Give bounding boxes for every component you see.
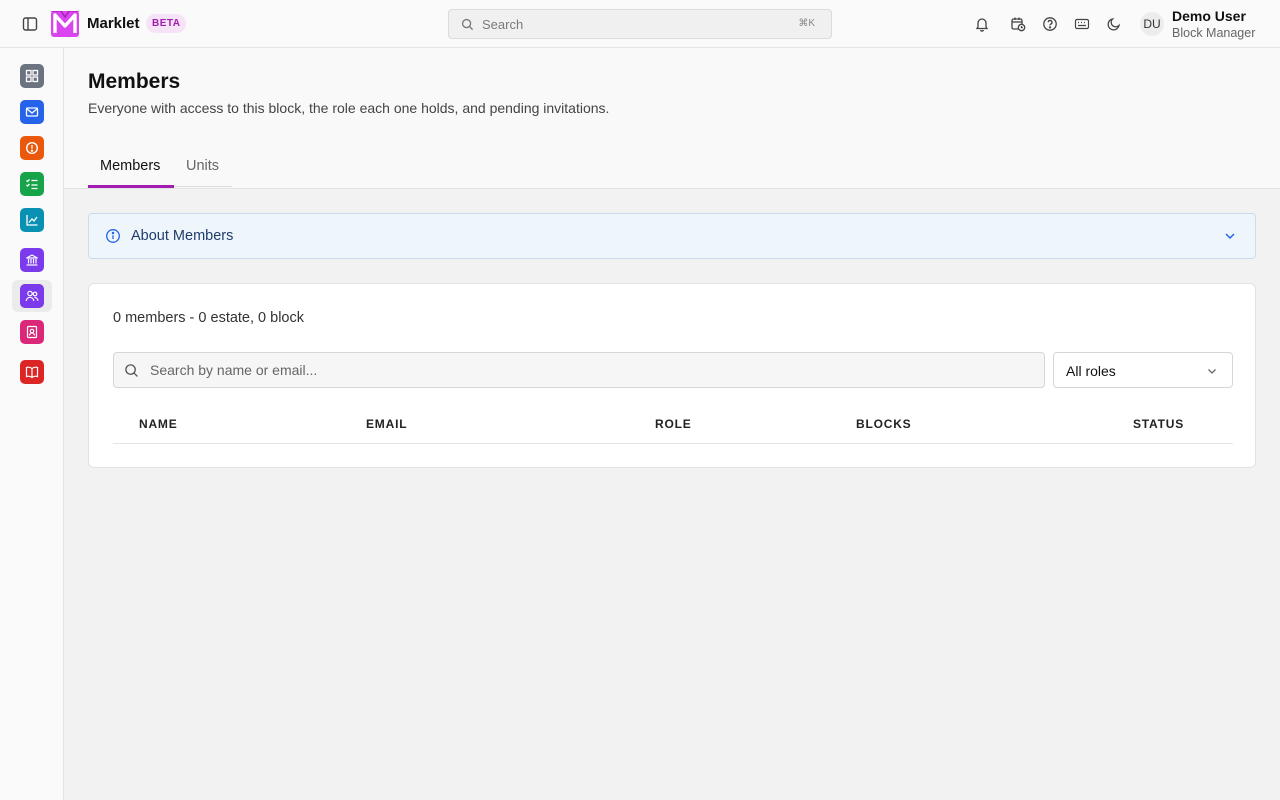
tab-units[interactable]: Units [186, 158, 219, 174]
member-search-input[interactable] [150, 353, 1030, 387]
keyboard-icon[interactable] [1070, 12, 1094, 36]
nav-alert-icon[interactable] [20, 136, 44, 160]
nav-tasks-icon[interactable] [20, 172, 44, 196]
column-header-role[interactable]: ROLE [655, 417, 692, 431]
user-role: Block Manager [1172, 26, 1256, 40]
nav-members-icon[interactable] [20, 284, 44, 308]
moon-icon[interactable] [1102, 12, 1126, 36]
user-name[interactable]: Demo User [1172, 8, 1246, 24]
calendar-clock-icon[interactable] [1006, 12, 1030, 36]
tab-divider [174, 186, 232, 187]
top-bar: Marklet BETA Search ⌘K DU Demo User Bloc… [0, 0, 1280, 48]
column-header-status[interactable]: STATUS [1133, 417, 1184, 431]
search-icon [125, 364, 138, 377]
about-members-banner[interactable]: About Members [88, 213, 1256, 259]
active-tab-indicator [88, 185, 174, 188]
nav-dashboard-icon[interactable] [20, 64, 44, 88]
global-search[interactable]: Search ⌘K [448, 9, 832, 39]
help-circle-icon[interactable] [1038, 12, 1062, 36]
bell-icon[interactable] [970, 12, 994, 36]
members-card: 0 members - 0 estate, 0 block All roles … [88, 283, 1256, 468]
global-search-placeholder: Search [482, 17, 524, 32]
info-icon [106, 229, 120, 243]
chevron-down-icon[interactable] [1223, 229, 1237, 243]
left-nav [0, 48, 64, 800]
column-header-name[interactable]: NAME [139, 417, 178, 431]
search-icon [461, 18, 474, 31]
role-filter-select[interactable]: All roles [1053, 352, 1233, 388]
column-header-blocks[interactable]: BLOCKS [856, 417, 911, 431]
search-shortcut: ⌘K [798, 18, 815, 29]
sidebar-toggle-icon[interactable] [18, 12, 42, 36]
members-table-header: NAME EMAIL ROLE BLOCKS STATUS [113, 410, 1233, 444]
role-filter-value: All roles [1066, 363, 1116, 379]
nav-bank-icon[interactable] [20, 248, 44, 272]
about-members-label: About Members [131, 228, 234, 244]
nav-analytics-icon[interactable] [20, 208, 44, 232]
marklet-logo[interactable] [51, 10, 79, 37]
page-title: Members [88, 70, 181, 93]
tab-members[interactable]: Members [100, 158, 160, 174]
user-avatar[interactable]: DU [1140, 12, 1164, 36]
member-search[interactable] [113, 352, 1045, 388]
beta-badge: BETA [146, 14, 187, 33]
page-header: Members Everyone with access to this blo… [64, 48, 1280, 189]
page-subtitle: Everyone with access to this block, the … [88, 100, 610, 116]
nav-mail-icon[interactable] [20, 100, 44, 124]
members-summary: 0 members - 0 estate, 0 block [113, 310, 304, 326]
nav-book-icon[interactable] [20, 360, 44, 384]
app-name[interactable]: Marklet [87, 15, 140, 32]
chevron-down-icon [1208, 369, 1216, 374]
nav-contacts-icon[interactable] [20, 320, 44, 344]
column-header-email[interactable]: EMAIL [366, 417, 407, 431]
